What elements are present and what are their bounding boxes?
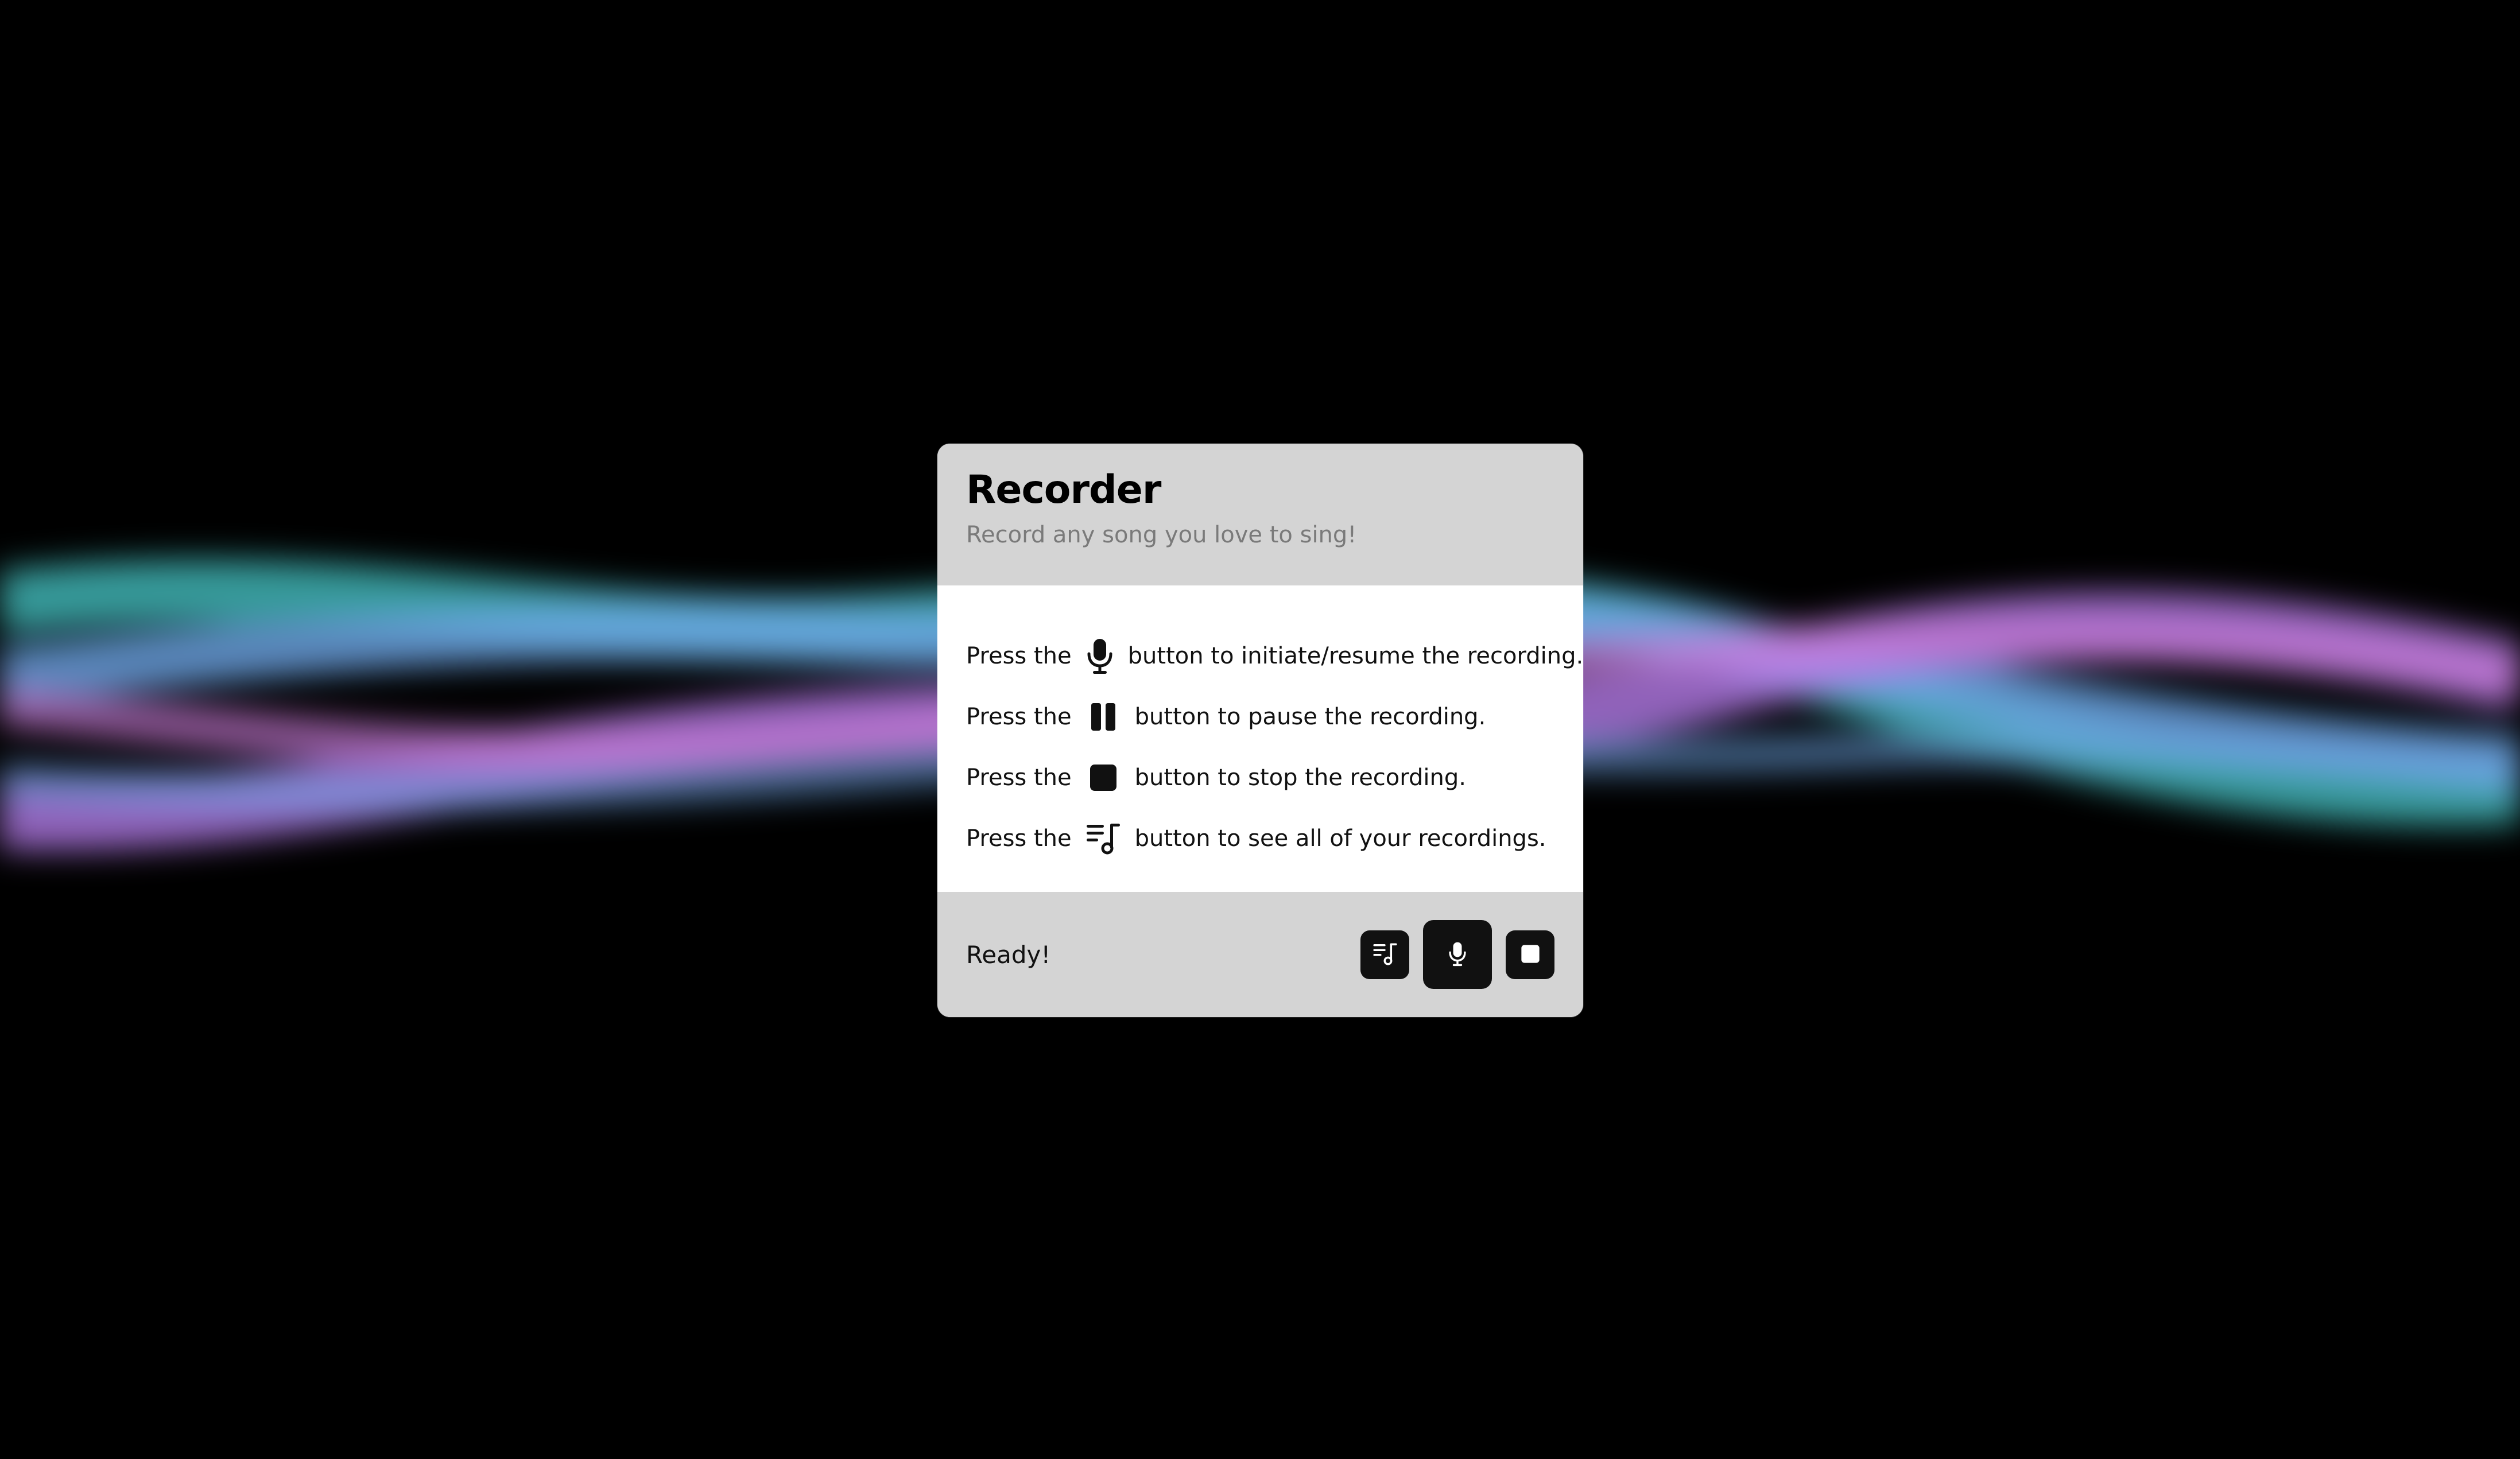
instruction-pause: Press the button to pause the recording. (966, 686, 1554, 747)
instruction-record: Press the button to initiate/resume the … (966, 626, 1583, 686)
instructions-list: Press the button to initiate/resume the … (966, 626, 1583, 869)
instruction-prefix: Press the (966, 704, 1072, 730)
microphone-icon (1448, 941, 1467, 968)
playlist-icon (1085, 818, 1121, 859)
recordings-button[interactable] (1360, 930, 1409, 979)
instruction-suffix: button to see all of your recordings. (1134, 825, 1546, 852)
instruction-prefix: Press the (966, 765, 1072, 791)
controls (1360, 920, 1554, 989)
instruction-prefix: Press the (966, 643, 1072, 669)
instruction-suffix: button to pause the recording. (1134, 704, 1486, 730)
card-title: Recorder (966, 467, 1161, 513)
app-stage: Recorder Record any song you love to sin… (0, 0, 2520, 1459)
instruction-prefix: Press the (966, 825, 1072, 852)
stop-icon (1085, 758, 1121, 798)
card-subtitle: Record any song you love to sing! (966, 521, 1357, 548)
status-text: Ready! (966, 940, 1051, 969)
record-button[interactable] (1423, 920, 1492, 989)
microphone-icon (1085, 636, 1114, 676)
recorder-card: Recorder Record any song you love to sin… (937, 444, 1583, 1017)
card-header: Recorder Record any song you love to sin… (937, 444, 1583, 585)
instruction-suffix: button to stop the recording. (1134, 765, 1466, 791)
stop-button[interactable] (1506, 930, 1554, 979)
stop-icon (1521, 944, 1540, 965)
card-footer: Ready! (937, 892, 1583, 1017)
card-body: Press the button to initiate/resume the … (937, 585, 1583, 855)
instruction-suffix: button to initiate/resume the recording. (1127, 643, 1583, 669)
playlist-icon (1373, 942, 1398, 967)
instruction-stop: Press the button to stop the recording. (966, 747, 1554, 808)
pause-icon (1085, 697, 1121, 737)
instruction-recordings: Press the button to see all of your reco… (966, 808, 1554, 869)
